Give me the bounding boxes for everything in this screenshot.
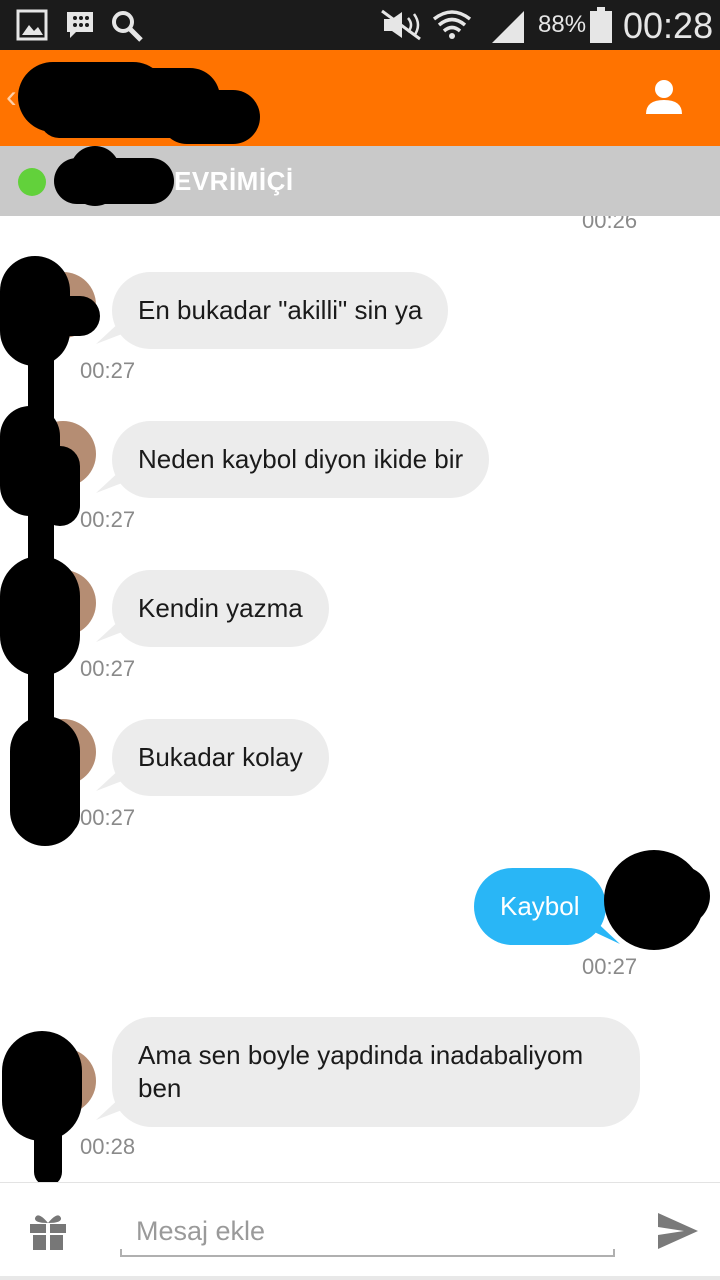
message-timestamp: 00:26: [582, 216, 638, 233]
bottom-edge: [0, 1276, 720, 1280]
person-icon[interactable]: [644, 78, 684, 118]
outgoing-message-bubble[interactable]: Kaybol: [474, 868, 606, 945]
incoming-message-bubble[interactable]: Bukadar kolay: [112, 719, 329, 796]
message-timestamp: 00:27: [80, 656, 136, 681]
message-input[interactable]: [120, 1209, 615, 1253]
online-status-dot: [18, 168, 46, 196]
gift-icon[interactable]: [28, 1211, 68, 1251]
battery-percent: 88%: [538, 11, 587, 38]
status-clock: 00:28: [623, 5, 714, 46]
chevron-left-icon[interactable]: ‹: [6, 78, 17, 115]
send-icon[interactable]: [656, 1211, 700, 1251]
gallery-icon: [16, 9, 48, 41]
input-underline: [120, 1249, 615, 1257]
bbm-icon: [67, 12, 93, 38]
signal-icon: [492, 11, 524, 43]
status-bar: 88% 00:28: [0, 0, 720, 50]
chat-header: ‹: [0, 50, 720, 146]
message-text: Kendin yazma: [138, 593, 303, 623]
message-text: Neden kaybol diyon ikide bir: [138, 444, 464, 474]
message-composer: [0, 1182, 720, 1280]
presence-status-text: EVRİMİÇİ: [174, 166, 294, 196]
message-list[interactable]: 00:26 En bukadar "akilli" sin ya 00:27 N…: [0, 216, 720, 1182]
message-text: Ama sen boyle yapdinda inadabaliyom ben: [138, 1040, 584, 1103]
message-text: Kaybol: [500, 891, 580, 921]
message-timestamp: 00:27: [80, 507, 136, 532]
message-text: Bukadar kolay: [138, 742, 303, 772]
mute-icon: [381, 9, 421, 41]
wifi-icon: [432, 10, 472, 39]
search-icon: [112, 11, 143, 42]
incoming-message-bubble[interactable]: Ama sen boyle yapdinda inadabaliyom ben: [112, 1017, 640, 1127]
message-timestamp: 00:27: [80, 805, 136, 830]
message-text: En bukadar "akilli" sin ya: [138, 295, 423, 325]
message-timestamp: 00:27: [582, 954, 638, 979]
message-timestamp: 00:28: [80, 1134, 136, 1159]
presence-bar: EVRİMİÇİ: [0, 146, 720, 216]
incoming-message-bubble[interactable]: Kendin yazma: [112, 570, 329, 647]
battery-icon: [590, 7, 612, 43]
incoming-message-bubble[interactable]: Neden kaybol diyon ikide bir: [112, 421, 490, 498]
incoming-message-bubble[interactable]: En bukadar "akilli" sin ya: [112, 272, 449, 349]
message-timestamp: 00:27: [80, 358, 136, 383]
